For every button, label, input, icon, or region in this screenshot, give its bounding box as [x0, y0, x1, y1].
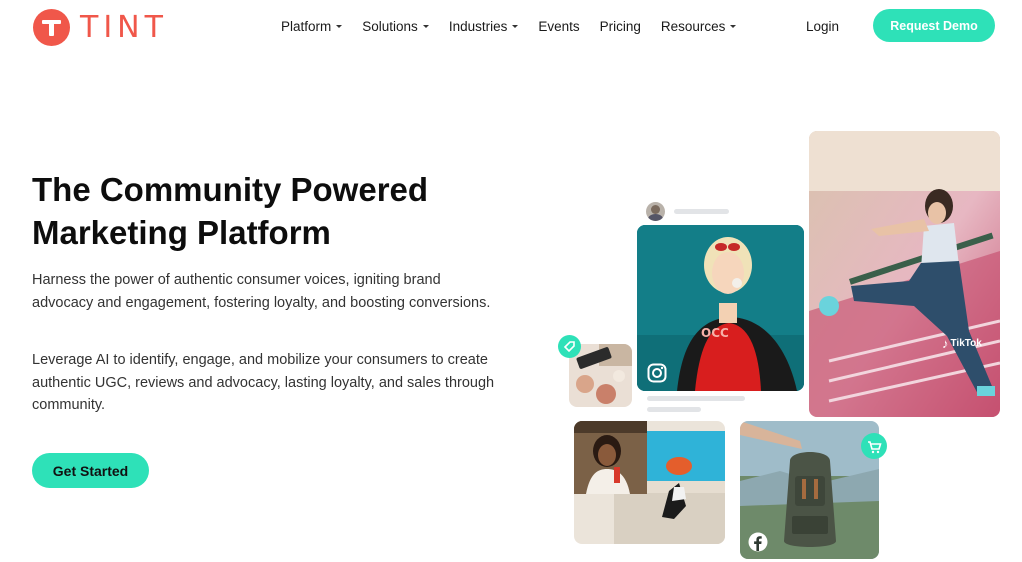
instagram-post-image: OCC [637, 225, 804, 391]
hero-paragraph-1: Harness the power of authentic consumer … [32, 272, 491, 311]
lifestyle-illustration [574, 421, 725, 544]
chevron-down-icon [512, 25, 519, 28]
site-header: TINT Platform Solutions Industries Event… [0, 0, 1022, 56]
nav-item-platform[interactable]: Platform [281, 19, 343, 34]
tint-logo[interactable]: TINT [33, 9, 168, 46]
svg-text:OCC: OCC [701, 326, 729, 340]
placeholder-line [647, 407, 701, 412]
facebook-icon [748, 532, 768, 552]
hero-title: The Community Powered Marketing Platform [32, 171, 429, 251]
chevron-down-icon [422, 25, 429, 28]
nav-label: Solutions [362, 19, 418, 34]
placeholder-line [674, 209, 729, 214]
nav-item-pricing[interactable]: Pricing [600, 19, 641, 34]
instagram-icon [647, 363, 667, 383]
lifestyle-post-image [574, 421, 725, 544]
chevron-down-icon [336, 25, 343, 28]
tiktok-badge: ♪ TikTok [942, 336, 982, 351]
tiktok-icon: ♪ [942, 336, 949, 351]
nav-item-solutions[interactable]: Solutions [362, 19, 429, 34]
nav-label: Resources [660, 19, 726, 34]
nav-label: Platform [281, 19, 332, 34]
login-link[interactable]: Login [806, 19, 839, 34]
tint-logo-mark-icon [33, 9, 70, 46]
nav-label: Events [538, 19, 580, 34]
get-started-button[interactable]: Get Started [32, 453, 149, 488]
request-demo-button[interactable]: Request Demo [873, 9, 995, 42]
cart-icon [861, 433, 887, 459]
nav-label: Industries [448, 19, 508, 34]
nav-item-resources[interactable]: Resources [661, 19, 737, 34]
tiktok-label: TikTok [950, 338, 982, 349]
logo-text: TINT [80, 10, 168, 45]
avatar [646, 202, 665, 221]
tag-icon [558, 335, 581, 358]
main-nav: Platform Solutions Industries Events Pri… [281, 19, 756, 34]
tiktok-post-illustration [809, 131, 1000, 417]
nav-label: Pricing [599, 19, 641, 34]
nav-item-industries[interactable]: Industries [449, 19, 519, 34]
placeholder-line [647, 396, 745, 401]
tiktok-post-image: ♪ TikTok [809, 131, 1000, 417]
facebook-post-image [740, 421, 879, 559]
nav-item-events[interactable]: Events [538, 19, 579, 34]
chevron-down-icon [730, 25, 737, 28]
hero-paragraph-2: Leverage AI to identify, engage, and mob… [32, 352, 495, 413]
